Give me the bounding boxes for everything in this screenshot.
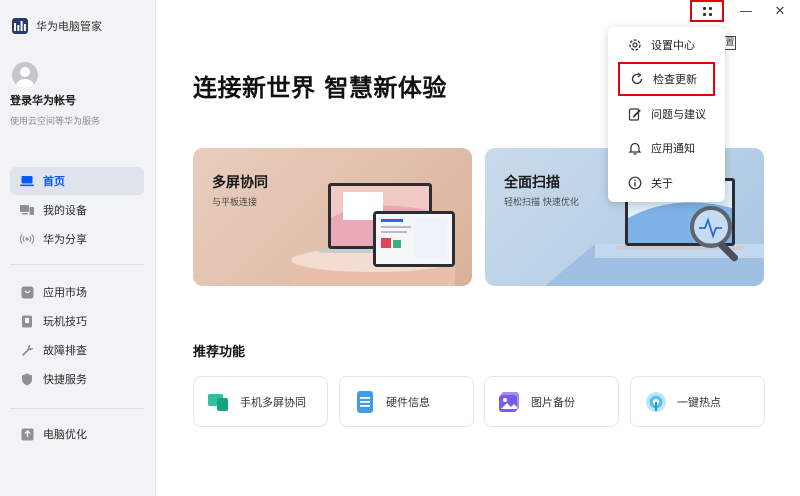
nav-group-services: 应用市场 玩机技巧 故障排查 快捷服务 [10,278,144,394]
laptop-tablet-illustration-icon [291,183,455,286]
login-subtitle: 使用云空间等华为服务 [10,117,101,127]
more-menu-dropdown: 设置中心 检查更新 问题与建议 应用通知 关于 [608,27,725,202]
hotspot-icon [645,391,667,413]
account-login[interactable]: 登录华为帐号 使用云空间等华为服务 [10,62,100,127]
app-market-icon [20,285,34,299]
sidebar-item-troubleshoot[interactable]: 故障排查 [10,336,144,364]
sidebar-item-label: 首页 [43,175,65,188]
feature-phone-collaboration[interactable]: 手机多屏协同 [193,376,328,427]
nav-group-main: 首页 我的设备 华为分享 [10,167,144,254]
refresh-icon [630,72,644,86]
sidebar-item-label: 华为分享 [43,233,87,246]
hardware-info-icon [354,390,376,413]
gear-icon [628,38,642,52]
share-icon [20,232,34,246]
menu-item-label: 关于 [651,177,673,190]
menu-item-feedback[interactable]: 问题与建议 [608,97,725,131]
info-icon [628,176,642,190]
sidebar-item-label: 故障排查 [43,344,87,357]
wrench-icon [20,343,34,357]
hidden-settings-glyph: 置 [724,36,736,50]
sidebar-item-label: 玩机技巧 [43,315,87,328]
devices-icon [20,203,34,217]
sidebar-item-label: 应用市场 [43,286,87,299]
phone-collab-icon [208,391,230,413]
sidebar: 华为电脑管家 登录华为帐号 使用云空间等华为服务 首页 我的设备 华为分享 应用… [0,0,156,496]
optimize-icon [20,427,34,441]
sidebar-item-pc-optimize[interactable]: 电脑优化 [10,420,144,448]
huawei-pc-manager-logo-icon [12,18,28,34]
feature-label: 一键热点 [677,395,721,409]
multi-screen-card[interactable]: 多屏协同 与平板连接 [193,148,472,286]
shield-icon [20,372,34,386]
menu-item-label: 问题与建议 [651,108,706,121]
nav-divider [10,408,144,409]
grid-dots-icon [702,6,712,16]
app-header: 华为电脑管家 [12,18,102,34]
avatar[interactable] [12,62,38,88]
close-button[interactable]: ✕ [766,0,794,22]
sidebar-item-huawei-share[interactable]: 华为分享 [10,225,144,253]
sidebar-item-label: 我的设备 [43,204,87,217]
sidebar-item-label: 电脑优化 [43,428,87,441]
feedback-icon [628,107,642,121]
feature-label: 图片备份 [531,395,575,409]
feature-hotspot[interactable]: 一键热点 [630,376,765,427]
login-title[interactable]: 登录华为帐号 [10,92,100,108]
bell-icon [628,141,642,155]
nav-group-optimize: 电脑优化 [10,420,144,449]
feature-label: 手机多屏协同 [240,395,306,409]
menu-item-notifications[interactable]: 应用通知 [608,131,725,165]
app-title: 华为电脑管家 [36,20,102,33]
sidebar-item-my-devices[interactable]: 我的设备 [10,196,144,224]
menu-item-about[interactable]: 关于 [608,166,725,200]
sidebar-item-app-market[interactable]: 应用市场 [10,278,144,306]
hero-title: 连接新世界 智慧新体验 [193,74,447,102]
menu-item-label: 设置中心 [651,39,695,52]
menu-item-label: 检查更新 [653,73,697,86]
more-menu-button[interactable] [690,0,724,22]
sidebar-item-label: 快捷服务 [43,373,87,386]
menu-item-check-update[interactable]: 检查更新 [618,62,715,96]
feature-label: 硬件信息 [386,395,430,409]
minimize-button[interactable]: — [732,0,760,22]
menu-item-settings[interactable]: 设置中心 [608,28,725,62]
sidebar-item-home[interactable]: 首页 [10,167,144,195]
laptop-icon [20,174,34,188]
sidebar-item-tips[interactable]: 玩机技巧 [10,307,144,335]
feature-hardware-info[interactable]: 硬件信息 [339,376,474,427]
tips-icon [20,314,34,328]
sidebar-item-quick-service[interactable]: 快捷服务 [10,365,144,393]
recommend-section-title: 推荐功能 [193,345,246,360]
photo-backup-icon [499,391,521,413]
menu-item-label: 应用通知 [651,142,695,155]
feature-photo-backup[interactable]: 图片备份 [484,376,619,427]
nav-divider [10,264,144,265]
